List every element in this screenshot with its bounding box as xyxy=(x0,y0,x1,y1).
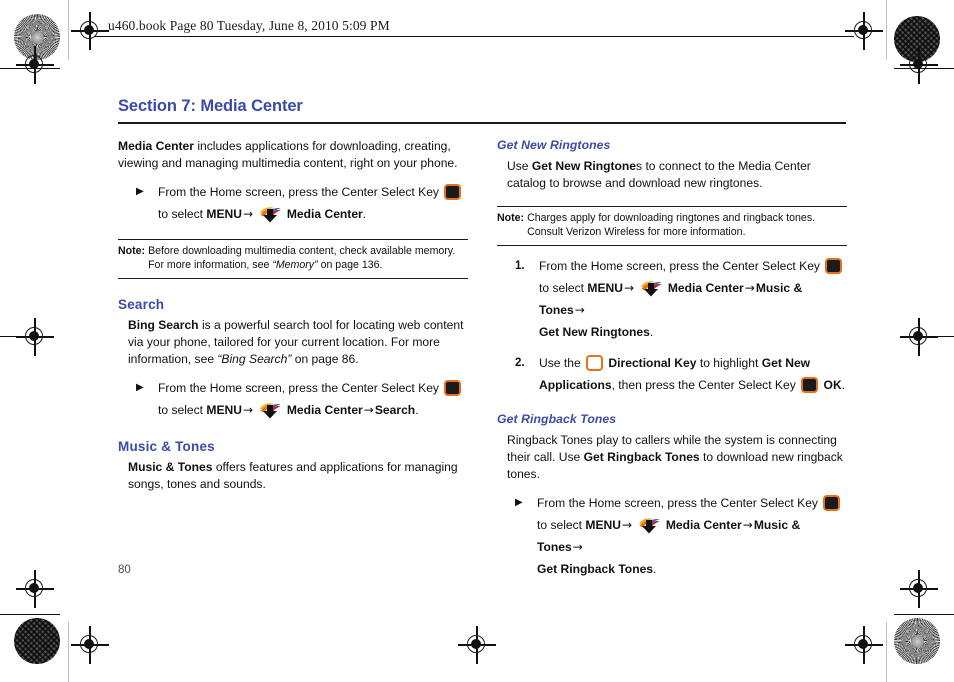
step-2-number: 2. xyxy=(515,357,525,369)
directional-key-icon xyxy=(586,355,604,371)
manual-page: u460.book Page 80 Tuesday, June 8, 2010 … xyxy=(0,0,954,682)
intro-step-target: Media Center xyxy=(286,207,363,221)
step-1: 1. From the Home screen, press the Cente… xyxy=(515,255,847,343)
step-1-text-b: to select xyxy=(539,281,588,295)
grt-step-target1: Media Center xyxy=(665,518,742,532)
arrow-icon: → xyxy=(363,403,374,417)
heading-get-ringback-tones: Get Ringback Tones xyxy=(497,412,617,426)
step-1-period: . xyxy=(649,325,654,339)
step-1-text-a: From the Home screen, press the Center S… xyxy=(539,259,820,273)
step-2-highlight-target-part1: Get New xyxy=(761,356,811,370)
search-step-target1: Media Center xyxy=(286,403,363,417)
search-step-bullet: ▶ From the Home screen, press the Center… xyxy=(136,377,468,421)
search-body-b: on page 86. xyxy=(291,352,359,366)
arrow-icon: → xyxy=(742,518,753,532)
arrow-icon: → xyxy=(622,518,633,532)
search-step-text: From the Home screen, press the Center S… xyxy=(158,377,468,421)
note-box-memory: Note: Before downloading multimedia cont… xyxy=(118,239,468,279)
intro-step-text: From the Home screen, press the Center S… xyxy=(158,181,468,225)
center-select-key-icon xyxy=(825,258,843,274)
step-2-ok-label: OK xyxy=(823,378,842,392)
page-number: 80 xyxy=(118,564,131,576)
right-column: Get New Ringtones Use Get New Ringtones … xyxy=(497,138,847,580)
bullet-icon: ▶ xyxy=(136,186,144,197)
search-step-menu: MENU xyxy=(206,403,243,417)
center-select-key-icon xyxy=(823,495,841,511)
step-2-highlight-target-part2: Applications xyxy=(539,378,612,392)
note-label: Note: xyxy=(118,245,146,257)
grt-step-period: . xyxy=(653,562,657,576)
bullet-icon: ▶ xyxy=(136,382,144,393)
get-ringback-tones-step-bullet: ▶ From the Home screen, press the Center… xyxy=(515,492,847,580)
bullet-icon: ▶ xyxy=(515,497,523,508)
step-2-text-b: to highlight xyxy=(696,356,762,370)
heading-search: Search xyxy=(118,297,165,312)
search-paragraph: Bing Search is a powerful search tool fo… xyxy=(128,317,468,368)
arrow-icon: → xyxy=(243,207,254,221)
intro-step-menu: MENU xyxy=(206,207,243,221)
get-new-ringtones-paragraph: Use Get New Ringtones to connect to the … xyxy=(507,158,847,192)
note-text-italic: “Memory” xyxy=(272,258,318,271)
step-1-number: 1. xyxy=(515,260,525,272)
step-2-key-label: Directional Key xyxy=(608,356,697,370)
center-select-key-icon xyxy=(444,184,462,200)
step-1-target3: Get New Ringtones xyxy=(539,325,650,339)
note-text: Before downloading multimedia content, c… xyxy=(148,245,468,272)
grt-step-text-b: to select xyxy=(537,518,586,532)
media-center-icon xyxy=(259,206,281,223)
step-2-period: . xyxy=(841,378,846,392)
step-2-text-c: , then press the Center Select Key xyxy=(611,378,796,392)
media-center-icon xyxy=(638,517,660,534)
search-body-bold: Bing Search xyxy=(128,318,199,332)
note-box-charges: Note: Charges apply for downloading ring… xyxy=(497,206,847,246)
arrow-icon: → xyxy=(574,303,585,317)
intro-paragraph: Media Center includes applications for d… xyxy=(118,138,468,172)
grt-step-menu: MENU xyxy=(585,518,622,532)
arrow-icon: → xyxy=(624,281,635,295)
intro-step-text-a: From the Home screen, press the Center S… xyxy=(158,185,439,199)
step-2-text-a: Use the xyxy=(539,356,585,370)
intro-step-period: . xyxy=(362,207,367,221)
media-center-icon xyxy=(259,402,281,419)
left-column: Media Center includes applications for d… xyxy=(118,138,468,493)
search-body-italic: “Bing Search” xyxy=(217,352,292,366)
step-2-text: Use the Directional Key to highlight Get… xyxy=(539,352,847,396)
step-1-text: From the Home screen, press the Center S… xyxy=(539,255,847,343)
grt-step-text-a: From the Home screen, press the Center S… xyxy=(537,496,818,510)
step-1-target1: Media Center xyxy=(667,281,744,295)
step-1-menu: MENU xyxy=(587,281,624,295)
get-ringback-tones-paragraph: Ringback Tones play to callers while the… xyxy=(507,432,847,483)
arrow-icon: → xyxy=(243,403,254,417)
grt-step-target3: Get Ringback Tones xyxy=(537,562,654,576)
music-tones-paragraph: Music & Tones offers features and applic… xyxy=(128,459,468,493)
step-2: 2. Use the Directional Key to highlight … xyxy=(515,352,847,396)
arrow-icon: → xyxy=(572,540,583,554)
note-text-b: on page 136. xyxy=(317,258,383,271)
music-tones-body-bold: Music & Tones xyxy=(128,460,213,474)
search-step-period: . xyxy=(415,403,419,417)
heading-music-and-tones: Music & Tones xyxy=(118,439,215,454)
media-center-icon xyxy=(640,280,662,297)
note-label: Note: xyxy=(497,212,525,224)
note-text: Charges apply for downloading ringtones … xyxy=(527,212,816,238)
search-step-target2: Search xyxy=(374,403,416,417)
gnr-body-bold: Get New Ringtone xyxy=(531,159,637,173)
intro-step-bullet: ▶ From the Home screen, press the Center… xyxy=(136,181,468,225)
center-select-key-icon xyxy=(444,380,462,396)
intro-step-text-b: to select xyxy=(158,207,207,221)
gnr-body-a: Use xyxy=(507,159,532,173)
heading-get-new-ringtones: Get New Ringtones xyxy=(497,138,611,152)
grt-step-text: From the Home screen, press the Center S… xyxy=(537,492,847,580)
arrow-icon: → xyxy=(744,281,755,295)
search-step-text-b: to select xyxy=(158,403,207,417)
title-divider xyxy=(118,122,846,125)
page-title: Section 7: Media Center xyxy=(118,97,303,115)
search-step-text-a: From the Home screen, press the Center S… xyxy=(158,381,439,395)
intro-lead-bold: Media Center xyxy=(118,139,194,153)
center-select-key-icon xyxy=(801,377,819,393)
grt-body-bold: Get Ringback Tones xyxy=(583,450,700,464)
